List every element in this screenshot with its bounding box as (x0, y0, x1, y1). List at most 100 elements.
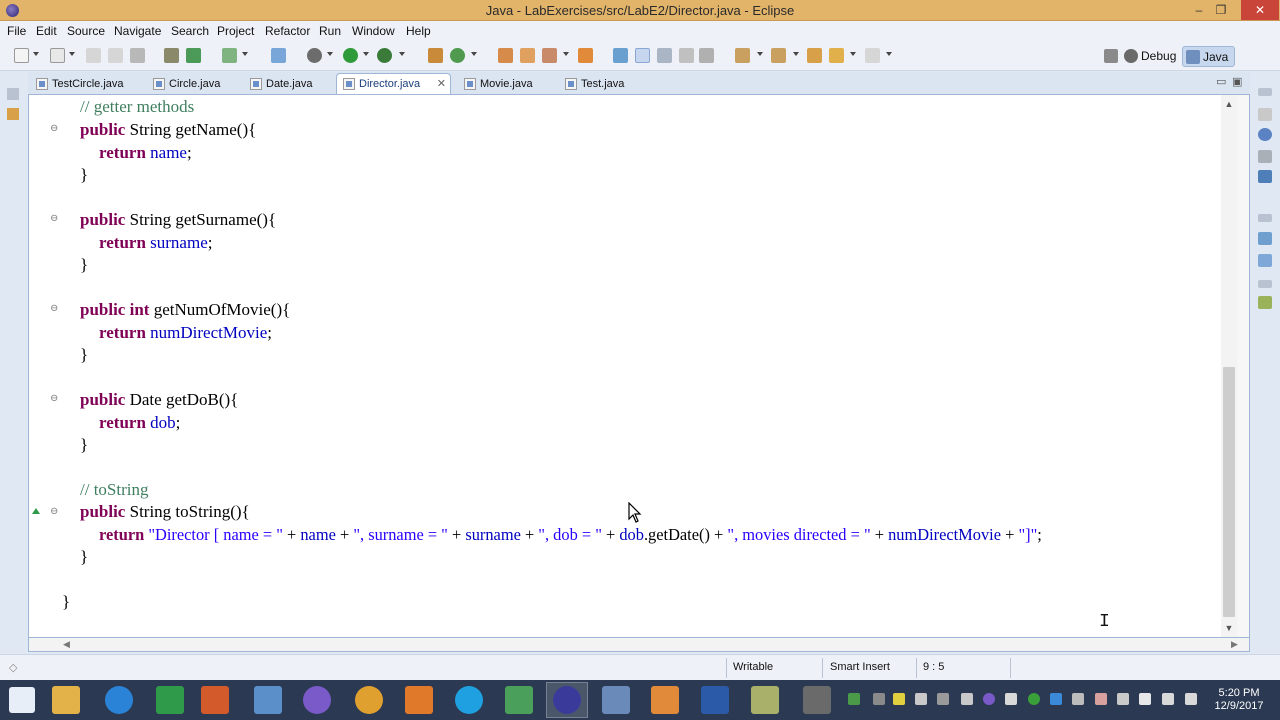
menu-navigate[interactable]: Navigate (114, 24, 161, 38)
menu-edit[interactable]: Edit (36, 24, 57, 38)
chevron-down-icon[interactable] (471, 52, 477, 56)
taskbar-clock[interactable]: 5:20 PM 12/9/2017 (1213, 687, 1265, 713)
tray-icon[interactable] (983, 693, 995, 705)
tab-movie[interactable]: Movie.java (457, 73, 557, 94)
scroll-right-icon[interactable]: ▶ (1231, 639, 1238, 650)
restore-icon[interactable] (1258, 88, 1272, 96)
tab-test[interactable]: Test.java (558, 73, 648, 94)
tray-icon[interactable] (937, 693, 949, 705)
media-icon[interactable] (405, 686, 433, 714)
menu-source[interactable]: Source (67, 24, 105, 38)
skype-icon[interactable] (455, 686, 483, 714)
powerpoint-icon[interactable] (201, 686, 229, 714)
calculator-icon[interactable] (254, 686, 282, 714)
close-button[interactable]: ✕ (1241, 0, 1279, 20)
utorrent-icon[interactable] (505, 686, 533, 714)
members-icon[interactable] (1258, 254, 1272, 267)
open-type-icon[interactable] (271, 48, 286, 63)
battery-icon[interactable] (1139, 693, 1151, 705)
maximize-editor-icon[interactable]: ▣ (1232, 75, 1242, 88)
last-edit-icon[interactable] (807, 48, 822, 63)
tray-icon[interactable] (1095, 693, 1107, 705)
forward-icon[interactable] (865, 48, 880, 63)
fold-toggle-icon[interactable]: ⊖ (50, 507, 59, 517)
save-all-icon[interactable] (108, 48, 123, 63)
restore-icon[interactable] (1258, 214, 1272, 222)
perspective-java[interactable]: Java (1182, 46, 1236, 67)
hierarchy-icon[interactable] (1258, 232, 1272, 245)
tray-icon[interactable] (1028, 693, 1040, 705)
chevron-down-icon[interactable] (242, 52, 248, 56)
tray-icon[interactable] (961, 693, 973, 705)
console-icon[interactable] (1258, 296, 1272, 309)
tray-icon[interactable] (1005, 693, 1017, 705)
fold-toggle-icon[interactable]: ⊖ (50, 394, 59, 404)
build-all-icon[interactable] (186, 48, 201, 63)
tray-icon[interactable] (1050, 693, 1062, 705)
show-whitespace-icon[interactable] (679, 48, 694, 63)
minimize-editor-icon[interactable]: ▭ (1216, 75, 1226, 88)
chevron-down-icon[interactable] (69, 52, 75, 56)
code-area[interactable]: // getter methods ⊖ public String getNam… (29, 95, 1221, 637)
back-icon[interactable] (829, 48, 844, 63)
chevron-down-icon[interactable] (363, 52, 369, 56)
scroll-thumb[interactable] (1223, 367, 1235, 617)
chevron-down-icon[interactable] (33, 52, 39, 56)
paint-icon[interactable] (602, 686, 630, 714)
override-marker-icon[interactable] (32, 508, 40, 514)
chrome-icon[interactable] (355, 686, 383, 714)
chevron-down-icon[interactable] (793, 52, 799, 56)
fast-view-icon[interactable]: ◇ (9, 661, 17, 674)
menu-help[interactable]: Help (406, 24, 431, 38)
tray-icon[interactable] (848, 693, 860, 705)
eclipse-taskbar-icon[interactable] (553, 686, 581, 714)
open-perspective-button[interactable] (1101, 46, 1121, 67)
menu-run[interactable]: Run (319, 24, 341, 38)
maximize-button[interactable]: ❐ (1210, 0, 1232, 20)
menu-file[interactable]: File (7, 24, 26, 38)
pilcrow-icon[interactable] (699, 48, 714, 63)
chevron-down-icon[interactable] (327, 52, 333, 56)
tab-director[interactable]: Director.java ✕ (336, 73, 451, 94)
external-tools-icon[interactable] (428, 48, 443, 63)
chevron-down-icon[interactable] (757, 52, 763, 56)
notes-icon[interactable] (751, 686, 779, 714)
tray-icon[interactable] (873, 693, 885, 705)
scroll-up-icon[interactable]: ▲ (1224, 99, 1234, 109)
vertical-scrollbar[interactable]: ▲ ▼ (1221, 95, 1237, 637)
fold-toggle-icon[interactable]: ⊖ (50, 304, 59, 314)
overview-ruler[interactable] (1237, 95, 1249, 637)
open-console-icon[interactable] (578, 48, 593, 63)
scroll-left-icon[interactable]: ◀ (63, 639, 70, 650)
restore-icon[interactable] (7, 88, 19, 100)
open-package-icon[interactable] (498, 48, 513, 63)
close-tab-icon[interactable]: ✕ (437, 74, 446, 94)
toggle-highlight-icon[interactable] (635, 48, 650, 63)
tab-circle[interactable]: Circle.java (146, 73, 242, 94)
perspective-debug[interactable]: Debug (1121, 46, 1176, 67)
windows-start-icon[interactable] (9, 687, 35, 713)
network-icon[interactable] (1162, 693, 1174, 705)
word-icon[interactable] (701, 686, 729, 714)
horizontal-scrollbar[interactable]: ◀ ▶ (28, 638, 1250, 652)
menu-search[interactable]: Search (171, 24, 209, 38)
package-explorer-icon[interactable] (7, 108, 19, 120)
search-icon[interactable] (542, 48, 557, 63)
toggle-block-icon[interactable] (657, 48, 672, 63)
chevron-down-icon[interactable] (399, 52, 405, 56)
print-icon[interactable] (130, 48, 145, 63)
tasks-icon[interactable] (222, 48, 237, 63)
find-icon[interactable] (1258, 150, 1272, 163)
debug-icon[interactable] (307, 48, 322, 63)
video-player-icon[interactable] (651, 686, 679, 714)
run-icon[interactable] (343, 48, 358, 63)
build-icon[interactable] (164, 48, 179, 63)
scroll-down-icon[interactable]: ▼ (1224, 623, 1234, 633)
open-task-icon[interactable] (520, 48, 535, 63)
next-annotation-icon[interactable] (735, 48, 750, 63)
internet-explorer-icon[interactable] (105, 686, 133, 714)
tray-icon[interactable] (1117, 693, 1129, 705)
bluetooth-icon[interactable] (1072, 693, 1084, 705)
toggle-mark-icon[interactable] (613, 48, 628, 63)
new-icon[interactable] (14, 48, 29, 63)
